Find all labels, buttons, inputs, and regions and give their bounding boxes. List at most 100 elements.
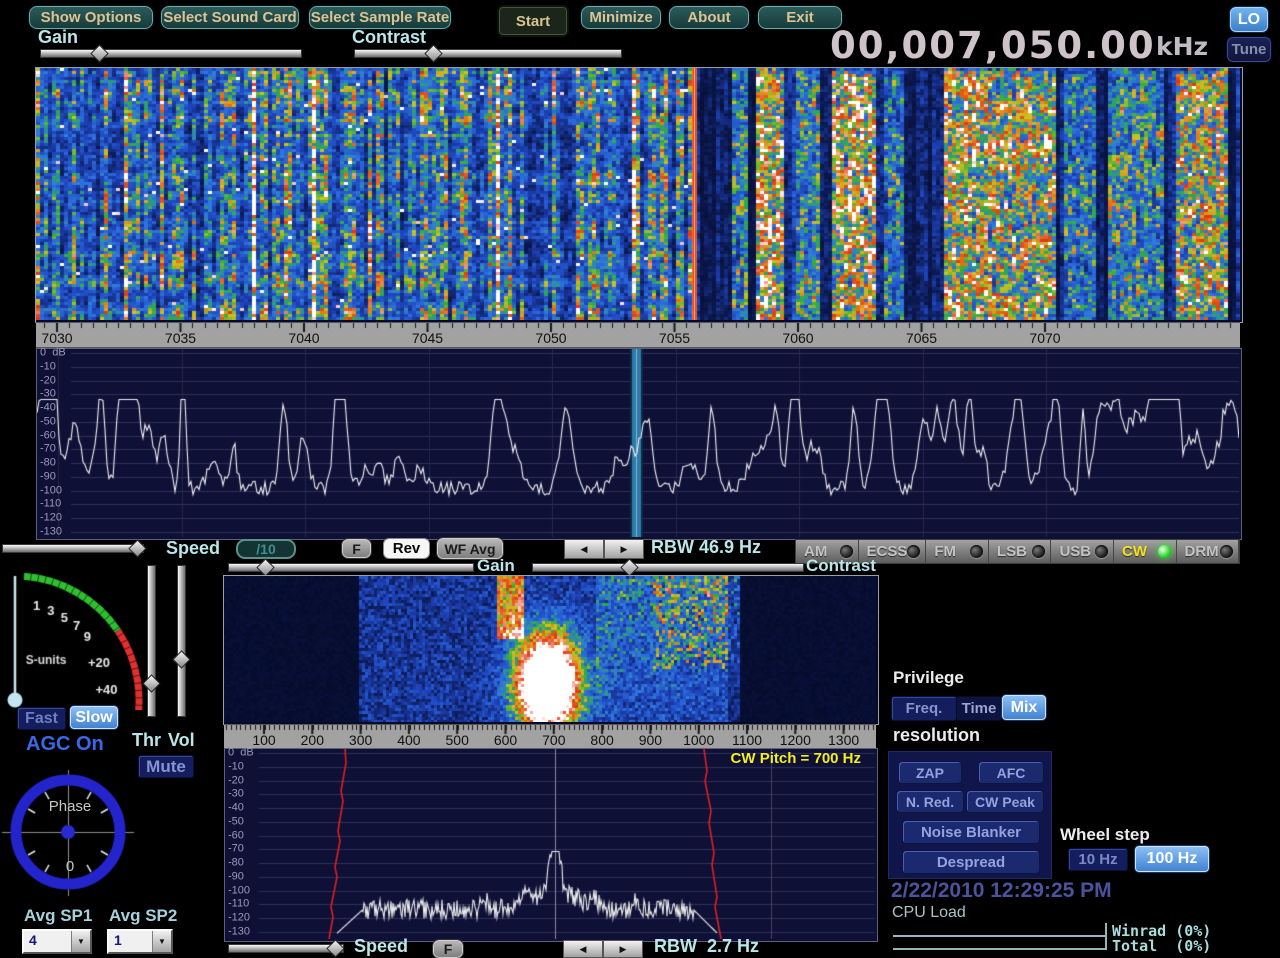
db-scale-label: -50 <box>228 815 244 827</box>
main-spectrum-canvas[interactable] <box>37 349 1239 537</box>
start-button[interactable]: Start <box>497 5 569 37</box>
avg-sp1-select[interactable]: 4 ▼ <box>22 929 92 954</box>
zap-button[interactable]: ZAP <box>898 761 962 784</box>
privilege-freq-button[interactable]: Freq. <box>891 696 957 721</box>
volume-slider-thumb[interactable] <box>172 650 190 668</box>
agc-slow-button[interactable]: Slow <box>69 705 119 730</box>
frequency-scale-label: 7050 <box>535 330 566 346</box>
f-button-main[interactable]: F <box>342 539 371 558</box>
gain-slider[interactable] <box>40 49 302 58</box>
frequency-scale-label: 1200 <box>780 732 811 748</box>
about-button[interactable]: About <box>668 5 750 30</box>
contrast-slider[interactable] <box>354 49 622 58</box>
lo-button[interactable]: LO <box>1229 6 1269 33</box>
main-waterfall-canvas[interactable] <box>36 68 1240 320</box>
frequency-scale-label: 600 <box>494 732 517 748</box>
sub-contrast-slider[interactable] <box>532 563 804 572</box>
rev-button[interactable]: Rev <box>383 538 430 559</box>
mode-button-fm[interactable]: FM <box>926 540 989 563</box>
frequency-scale-label: 200 <box>301 732 324 748</box>
s-meter <box>0 560 150 710</box>
waterfall-speed-slider-thumb[interactable] <box>128 539 146 557</box>
sub-rbw-decrease-button[interactable]: ◀ <box>563 940 603 958</box>
agc-status-label: AGC On <box>26 733 104 756</box>
frequency-scale-label: 400 <box>397 732 420 748</box>
frequency-scale-label: 1300 <box>828 732 859 748</box>
db-scale-label: -110 <box>228 898 249 910</box>
avg-sp1-dropdown-button[interactable]: ▼ <box>71 931 90 952</box>
frequency-scale-label: 800 <box>590 732 613 748</box>
cw-peak-button[interactable]: CW Peak <box>966 790 1044 813</box>
frequency-scale-label: 1000 <box>683 732 714 748</box>
divide-by-10-button[interactable]: /10 <box>236 539 296 559</box>
mode-button-drm[interactable]: DRM <box>1177 540 1240 563</box>
frequency-unit-label: kHz <box>1156 32 1208 61</box>
mode-button-usb[interactable]: USB <box>1051 540 1114 563</box>
sub-speed-label: Speed <box>354 936 408 957</box>
db-scale-label: -130 <box>228 925 250 937</box>
mute-button[interactable]: Mute <box>138 755 194 778</box>
main-frequency-scale[interactable]: 703070357040704570507055706070657070 <box>36 322 1240 348</box>
wheel-step-100hz-button[interactable]: 100 Hz <box>1134 845 1210 873</box>
waterfall-speed-slider[interactable] <box>2 544 144 553</box>
mode-button-cw[interactable]: CW <box>1114 540 1177 563</box>
sub-gain-label: Gain <box>477 556 515 576</box>
gain-slider-thumb[interactable] <box>90 44 108 62</box>
db-scale-label: -80 <box>40 457 56 469</box>
frequency-scale-label: 300 <box>349 732 372 748</box>
tune-button[interactable]: Tune <box>1226 36 1272 63</box>
volume-slider[interactable] <box>177 565 186 717</box>
mode-button-lsb[interactable]: LSB <box>989 540 1052 563</box>
frequency-scale-label: 7040 <box>288 330 319 346</box>
main-waterfall-display[interactable] <box>35 67 1243 323</box>
afc-button[interactable]: AFC <box>978 761 1044 784</box>
select-sound-card-button[interactable]: Select Sound Card <box>160 5 300 30</box>
avg-sp1-label: Avg SP1 <box>24 906 92 926</box>
db-scale-label: -80 <box>228 857 244 869</box>
db-scale-label: -50 <box>40 415 56 427</box>
sub-gain-slider[interactable] <box>228 563 474 572</box>
f-button-sub[interactable]: F <box>433 940 463 958</box>
contrast-slider-thumb[interactable] <box>424 44 442 62</box>
sub-spectrum-display[interactable]: 0 dB-10-20-30-40-50-60-70-80-90-100-110-… <box>224 748 878 942</box>
avg-sp2-select[interactable]: 1 ▼ <box>107 929 173 954</box>
volume-label: Vol <box>168 730 195 751</box>
despread-button[interactable]: Despread <box>902 850 1040 874</box>
rbw-decrease-button[interactable]: ◀ <box>564 539 604 559</box>
phase-scope-zero-label: 0 <box>0 858 140 875</box>
sub-speed-slider[interactable] <box>228 944 344 953</box>
avg-sp2-dropdown-button[interactable]: ▼ <box>152 931 171 952</box>
db-scale-label: -60 <box>228 829 244 841</box>
sub-waterfall-display[interactable] <box>223 575 879 725</box>
rbw-sub-value: RBW 2.7 Hz <box>654 936 759 957</box>
frequency-scale-label: 7070 <box>1029 330 1060 346</box>
sub-gain-slider-thumb[interactable] <box>256 558 274 576</box>
frequency-scale-label: 100 <box>252 732 275 748</box>
privilege-mix-button[interactable]: Mix <box>1001 694 1047 721</box>
db-scale-label: -30 <box>228 788 244 800</box>
privilege-time-button[interactable]: Time <box>956 696 1002 721</box>
right-arrow-icon: ▶ <box>620 945 627 954</box>
frequency-scale-label: 7030 <box>41 330 72 346</box>
frequency-display[interactable]: 00,007,050.00 <box>830 24 1138 67</box>
frequency-scale-label: 7035 <box>165 330 196 346</box>
avg-sp2-value: 1 <box>109 931 152 952</box>
agc-fast-button[interactable]: Fast <box>17 707 66 730</box>
left-arrow-icon: ◀ <box>580 945 587 954</box>
sub-rbw-increase-button[interactable]: ▶ <box>603 940 643 958</box>
sub-frequency-scale[interactable]: 1002003004005006007008009001000110012001… <box>224 724 876 750</box>
frequency-scale-label: 7045 <box>412 330 443 346</box>
sub-spectrum-canvas[interactable] <box>225 749 875 939</box>
right-arrow-icon: ▶ <box>621 545 628 554</box>
minimize-button[interactable]: Minimize <box>580 5 662 30</box>
threshold-slider[interactable] <box>147 565 156 717</box>
sub-contrast-slider-thumb[interactable] <box>620 558 638 576</box>
db-scale-label: -110 <box>40 498 61 510</box>
rbw-increase-button[interactable]: ▶ <box>604 539 644 559</box>
noise-reduction-button[interactable]: N. Red. <box>896 790 964 813</box>
sub-waterfall-canvas[interactable] <box>224 576 876 722</box>
main-spectrum-display[interactable]: 0 dB-10-20-30-40-50-60-70-80-90-100-110-… <box>36 348 1242 540</box>
noise-blanker-button[interactable]: Noise Blanker <box>902 820 1040 844</box>
rbw-main-value: RBW 46.9 Hz <box>651 537 761 558</box>
wheel-step-10hz-button[interactable]: 10 Hz <box>1068 848 1128 871</box>
